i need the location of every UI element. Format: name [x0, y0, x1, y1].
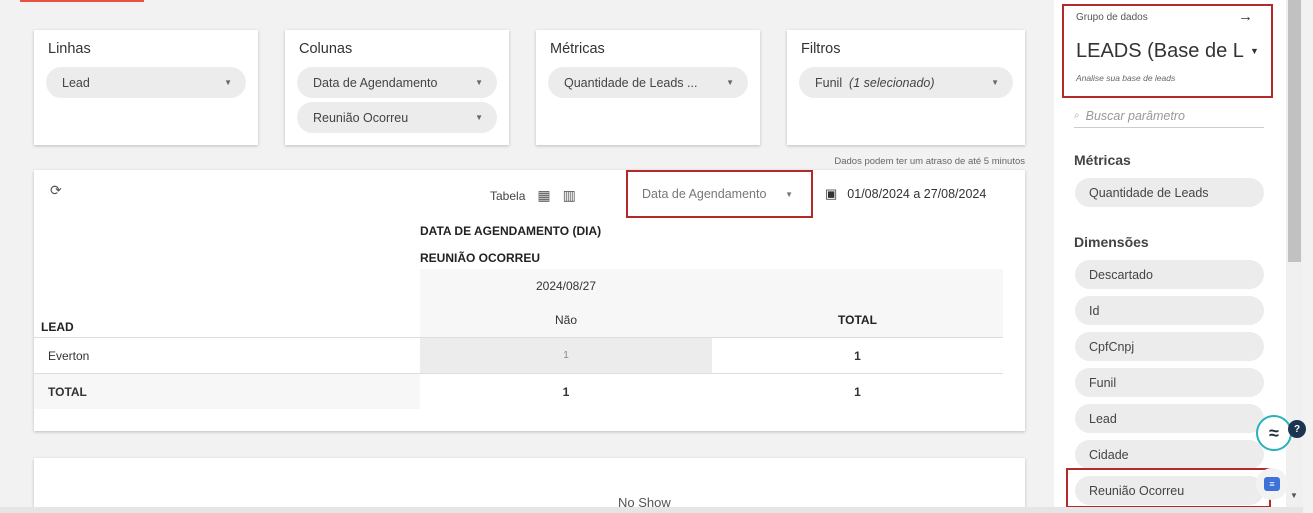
filtros-card: Filtros Funil (1 selecionado) ▼ [787, 30, 1025, 145]
pivot-col-header-2: REUNIÃO OCORREU [420, 251, 541, 265]
group-subtitle: Analise sua base de leads [1076, 73, 1176, 83]
colunas-value: Data de Agendamento [313, 75, 438, 90]
colunas-select-2[interactable]: Reunião Ocorreu ▼ [297, 102, 497, 133]
chevron-down-icon: ▼ [785, 189, 793, 199]
date-field-value: Data de Agendamento [642, 187, 767, 201]
row-value: 1 [420, 338, 712, 373]
dimensoes-heading: Dimensões [1074, 234, 1149, 250]
filtros-select[interactable]: Funil (1 selecionado) ▼ [799, 67, 1013, 98]
pivot-col-header-1: DATA DE AGENDAMENTO (DIA) [420, 224, 602, 238]
pivot-row-header: LEAD [41, 320, 74, 334]
columns-view-icon[interactable]: ▥ [563, 187, 576, 204]
calendar-icon: ▣ [825, 186, 838, 201]
row-label: TOTAL [34, 374, 420, 409]
date-range-value: 01/08/2024 a 27/08/2024 [847, 187, 987, 201]
search-placeholder: Buscar parâmetro [1085, 108, 1185, 123]
colunas-card: Colunas Data de Agendamento ▼ Reunião Oc… [285, 30, 509, 145]
linhas-title: Linhas [48, 41, 91, 57]
table-row: Everton 1 1 [34, 337, 1003, 373]
row-value: 1 [562, 384, 570, 399]
dimension-item[interactable]: Cidade [1075, 440, 1264, 469]
help-widget-button[interactable]: ≈ [1256, 415, 1292, 451]
colunas-value: Reunião Ocorreu [313, 110, 409, 125]
help-badge[interactable]: ? [1288, 420, 1306, 438]
pivot-date: 2024/08/27 [535, 279, 597, 293]
delay-note: Dados podem ter um atraso de até 5 minut… [834, 156, 1025, 167]
dimension-item[interactable]: Lead [1075, 404, 1264, 433]
metricas-heading: Métricas [1074, 152, 1131, 168]
group-label: Grupo de dados [1076, 12, 1148, 23]
view-toggle: Tabela ▦ ▥ [490, 187, 576, 204]
chevron-down-icon: ▼ [726, 78, 734, 87]
chevron-down-icon: ▼ [475, 78, 483, 87]
arrow-right-icon[interactable]: → [1238, 8, 1253, 25]
metricas-value: Quantidade de Leads ... [564, 75, 698, 90]
pivot-card: DATA DE AGENDAMENTO (DIA) REUNIÃO OCORRE… [34, 170, 1025, 431]
metricas-title: Métricas [550, 41, 605, 57]
pivot-table: DATA DE AGENDAMENTO (DIA) REUNIÃO OCORRE… [34, 170, 1025, 431]
search-input[interactable]: ⌕ Buscar parâmetro [1074, 104, 1264, 128]
refresh-icon[interactable]: ⟳ [50, 182, 62, 199]
linhas-card: Linhas Lead ▼ [34, 30, 258, 145]
horizontal-scrollbar[interactable] [0, 507, 1303, 513]
view-label: Tabela [490, 188, 526, 203]
scrollbar-thumb[interactable] [1288, 0, 1301, 262]
dimension-item[interactable]: Funil [1075, 368, 1264, 397]
metricas-select[interactable]: Quantidade de Leads ... ▼ [548, 67, 748, 98]
top-accent-bar [20, 0, 144, 2]
chevron-down-icon[interactable]: ▼ [1250, 46, 1259, 56]
chevron-down-icon: ▼ [475, 113, 483, 122]
colunas-title: Colunas [299, 41, 353, 57]
logo-icon: ≈ [1269, 422, 1279, 443]
row-total: 1 [854, 348, 861, 363]
row-label: Everton [48, 348, 90, 363]
date-field-select[interactable]: Data de Agendamento ▼ [626, 170, 813, 218]
data-group-selector[interactable]: Grupo de dados → LEADS (Base de L ▼ Anal… [1062, 4, 1273, 98]
chevron-down-icon: ▼ [224, 78, 232, 87]
table-row-total: TOTAL 1 1 [34, 373, 1003, 409]
scroll-down-icon[interactable]: ▼ [1290, 491, 1298, 500]
chat-icon: ≡ [1264, 477, 1280, 491]
sidebar: Grupo de dados → LEADS (Base de L ▼ Anal… [1054, 0, 1286, 513]
row-total: 1 [854, 384, 861, 399]
pivot-total-col: TOTAL [838, 313, 877, 327]
pivot-sub-col: Não [554, 313, 577, 327]
dimension-item[interactable]: Descartado [1075, 260, 1264, 289]
search-icon: ⌕ [1074, 110, 1080, 121]
linhas-value: Lead [62, 75, 90, 90]
dimension-item[interactable]: CpfCnpj [1075, 332, 1264, 361]
filtros-value: Funil (1 selecionado) [815, 75, 935, 90]
colunas-select-1[interactable]: Data de Agendamento ▼ [297, 67, 497, 98]
date-range-picker[interactable]: ▣ 01/08/2024 a 27/08/2024 [825, 186, 986, 202]
chevron-down-icon: ▼ [991, 78, 999, 87]
table-view-icon[interactable]: ▦ [537, 187, 550, 204]
linhas-select[interactable]: Lead ▼ [46, 67, 246, 98]
metric-item[interactable]: Quantidade de Leads [1075, 178, 1264, 207]
filtros-title: Filtros [801, 41, 841, 57]
group-title: LEADS (Base de L [1076, 40, 1244, 62]
chat-button[interactable]: ≡ [1256, 468, 1288, 500]
no-show-card: No Show [34, 458, 1025, 513]
metricas-card: Métricas Quantidade de Leads ... ▼ [536, 30, 760, 145]
highlight-box [1066, 468, 1271, 508]
dimension-item[interactable]: Id [1075, 296, 1264, 325]
